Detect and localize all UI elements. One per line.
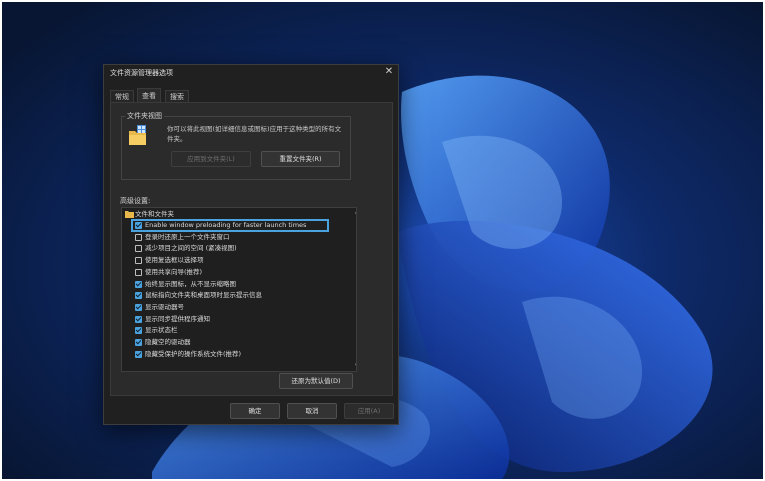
reset-folders-button[interactable]: 重置文件夹(R) [261, 151, 340, 167]
scroll-up-arrow-icon[interactable]: ▲ [355, 209, 356, 215]
setting-label: Enable window preloading for faster laun… [145, 221, 307, 229]
folder-icon [125, 211, 134, 218]
advanced-settings-label: 高级设置: [120, 197, 151, 205]
setting-row[interactable]: 隐藏空的驱动器 [122, 337, 346, 348]
cancel-button[interactable]: 取消 [287, 403, 337, 419]
desktop-wallpaper: 文件资源管理器选项 ✕ 常规 查看 搜索 文件夹视图 你可以将此视图(如详细信息… [2, 2, 763, 479]
restore-defaults-button[interactable]: 还原为默认值(D) [279, 373, 353, 389]
advanced-settings-list[interactable]: 文件和文件夹 Enable window preloading for fast… [121, 207, 357, 372]
checkbox-checked[interactable] [135, 327, 142, 335]
setting-row[interactable]: 登录时还原上一个文件夹窗口 [122, 232, 346, 243]
apply-button[interactable]: 应用(A) [344, 403, 394, 419]
setting-label: 使用共享向导(推荐) [145, 267, 203, 276]
tab-view[interactable]: 查看 [137, 88, 161, 103]
setting-label: 减少项目之间的空间 (紧凑视图) [145, 244, 237, 253]
checkbox-unchecked[interactable] [135, 257, 142, 265]
setting-row[interactable]: 减少项目之间的空间 (紧凑视图) [122, 243, 346, 254]
setting-row[interactable]: 始终显示图标，从不显示缩略图 [122, 279, 346, 290]
ok-button[interactable]: 确定 [230, 403, 280, 419]
setting-row[interactable]: 鼠标指向文件夹和桌面项时显示提示信息 [122, 290, 346, 301]
checkbox-checked[interactable] [135, 315, 142, 323]
checkbox-checked[interactable] [135, 222, 142, 229]
checkbox-unchecked[interactable] [135, 233, 142, 241]
setting-row[interactable]: Enable window preloading for faster laun… [131, 219, 329, 232]
folder-views-description: 你可以将此视图(如详细信息或图标)应用于这种类型的所有文件夹。 [167, 125, 342, 143]
setting-label: 使用复选框以选择项 [145, 256, 204, 265]
setting-row[interactable]: 显示状态栏 [122, 325, 346, 336]
setting-label: 鼠标指向文件夹和桌面项时显示提示信息 [145, 291, 262, 300]
setting-row[interactable]: 使用共享向导(推荐) [122, 267, 346, 278]
checkbox-checked[interactable] [135, 339, 142, 346]
checkbox-checked[interactable] [135, 303, 142, 311]
setting-row[interactable]: 隐藏受保护的操作系统文件(推荐) [122, 349, 346, 360]
folder-views-label: 文件夹视图 [125, 111, 164, 121]
setting-row[interactable]: 显示驱动器号 [122, 302, 346, 313]
view-tab-panel: 文件夹视图 你可以将此视图(如详细信息或图标)应用于这种类型的所有文件夹。 应用… [110, 102, 393, 396]
setting-row[interactable]: 显示同步提供程序通知 [122, 314, 346, 325]
setting-label: 隐藏空的驱动器 [145, 338, 191, 346]
scroll-down-arrow-icon[interactable]: ▼ [355, 363, 356, 369]
tree-root-files-and-folders: 文件和文件夹 [122, 209, 346, 220]
dialog-title: 文件资源管理器选项 [110, 69, 173, 77]
setting-label: 显示同步提供程序通知 [145, 314, 210, 323]
apply-to-folders-button[interactable]: 应用到文件夹(L) [171, 151, 251, 167]
close-icon[interactable]: ✕ [383, 66, 395, 78]
setting-label: 隐藏受保护的操作系统文件(推荐) [145, 349, 242, 358]
checkbox-checked[interactable] [135, 292, 142, 300]
setting-label: 显示驱动器号 [145, 302, 184, 311]
setting-label: 始终显示图标，从不显示缩略图 [145, 279, 236, 288]
setting-row[interactable]: 使用复选框以选择项 [122, 255, 346, 266]
checkbox-unchecked[interactable] [135, 268, 142, 276]
folder-view-icon [129, 125, 146, 145]
setting-label: 登录时还原上一个文件夹窗口 [145, 232, 230, 241]
folder-options-dialog: 文件资源管理器选项 ✕ 常规 查看 搜索 文件夹视图 你可以将此视图(如详细信息… [103, 64, 399, 425]
checkbox-unchecked[interactable] [135, 245, 142, 253]
tree-root-label: 文件和文件夹 [135, 210, 174, 218]
checkbox-checked[interactable] [135, 280, 142, 288]
checkbox-checked[interactable] [135, 350, 142, 358]
setting-label: 显示状态栏 [145, 326, 178, 335]
